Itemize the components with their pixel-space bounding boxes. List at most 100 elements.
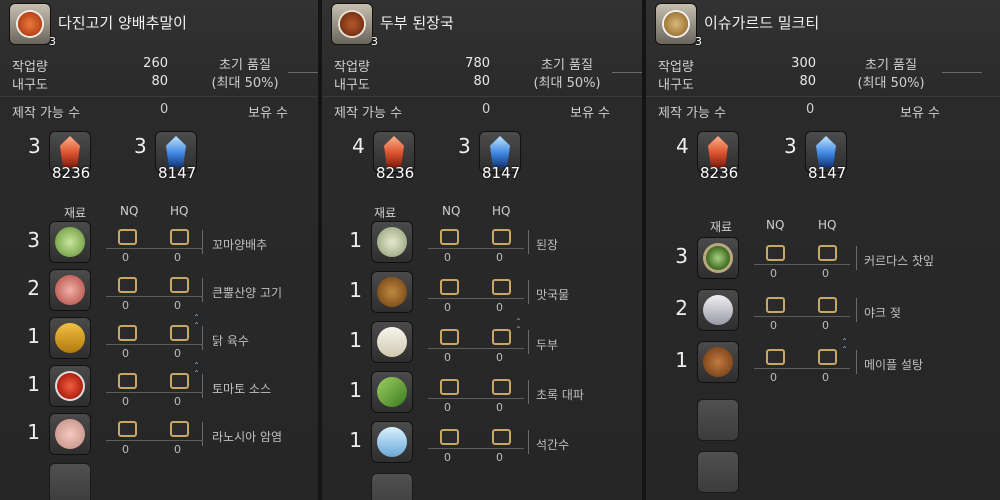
row-divider bbox=[428, 348, 524, 349]
hq-header: HQ bbox=[170, 204, 189, 218]
nq-owned-count: 0 bbox=[444, 351, 451, 364]
durability-label: 내구도 bbox=[334, 78, 370, 93]
material-name: 큰뿔산양 고기 bbox=[212, 286, 283, 300]
nq-owned-count: 0 bbox=[122, 251, 129, 264]
row-divider bbox=[428, 298, 524, 299]
miso-jar-icon[interactable] bbox=[372, 222, 412, 262]
tea-leaves-icon[interactable] bbox=[698, 238, 738, 278]
recipe-dish-icon[interactable]: 3 bbox=[332, 4, 378, 48]
hq-owned-count: 0 bbox=[822, 371, 829, 384]
durability-label: 내구도 bbox=[658, 78, 694, 93]
nq-quantity-box[interactable] bbox=[118, 325, 137, 341]
hq-owned-count: 0 bbox=[174, 347, 181, 360]
material-image bbox=[703, 347, 733, 377]
crystal-owned-count: 8147 bbox=[808, 164, 847, 182]
hq-quantity-box[interactable] bbox=[170, 421, 189, 437]
material-image bbox=[55, 275, 85, 305]
crystal-owned-count: 8236 bbox=[376, 164, 415, 182]
row-divider bbox=[754, 264, 850, 265]
nq-quantity-box[interactable] bbox=[118, 277, 137, 293]
name-divider bbox=[856, 298, 857, 322]
crystal-qty: 3 bbox=[784, 134, 797, 158]
nq-quantity-box[interactable] bbox=[440, 229, 459, 245]
nq-quantity-box[interactable] bbox=[118, 373, 137, 389]
nq-header: NQ bbox=[442, 204, 461, 218]
material-qty: 2 bbox=[675, 296, 688, 320]
nq-quantity-box[interactable] bbox=[118, 421, 137, 437]
recipe-dish-icon[interactable]: 3 bbox=[10, 4, 56, 48]
durability-value: 80 bbox=[473, 74, 490, 89]
material-qty: 1 bbox=[349, 278, 362, 302]
milk-can-icon[interactable] bbox=[698, 290, 738, 330]
material-image bbox=[55, 419, 85, 449]
stock-pot-icon[interactable] bbox=[372, 272, 412, 312]
material-name: 초록 대파 bbox=[536, 388, 584, 402]
empty-material-slot bbox=[372, 474, 412, 500]
hq-quantity-box[interactable] bbox=[492, 279, 511, 295]
hq-up-arrow-icon: ˆˆ bbox=[516, 318, 521, 337]
hq-quantity-box[interactable] bbox=[492, 429, 511, 445]
crystal-owned-count: 8147 bbox=[158, 164, 197, 182]
crystal-qty: 3 bbox=[134, 134, 147, 158]
water-bottle-icon[interactable] bbox=[372, 422, 412, 462]
nq-quantity-box[interactable] bbox=[440, 429, 459, 445]
row-divider bbox=[106, 392, 202, 393]
hq-quantity-box[interactable] bbox=[818, 245, 837, 261]
recipe-header: 3 이슈가르드 밀크티 작업량 내구도 300 80 초기 품질 (최대 50%) bbox=[646, 0, 1000, 97]
hq-owned-count: 0 bbox=[496, 301, 503, 314]
material-name: 석간수 bbox=[536, 438, 570, 452]
material-name: 꼬마양배추 bbox=[212, 238, 268, 252]
name-divider bbox=[202, 230, 203, 254]
meat-icon[interactable] bbox=[50, 270, 90, 310]
hq-quantity-box[interactable] bbox=[492, 379, 511, 395]
cabbage-icon[interactable] bbox=[50, 222, 90, 262]
hq-owned-count: 0 bbox=[174, 443, 181, 456]
nq-quantity-box[interactable] bbox=[766, 349, 785, 365]
material-qty: 1 bbox=[27, 324, 40, 348]
nq-quantity-box[interactable] bbox=[766, 297, 785, 313]
rock-salt-icon[interactable] bbox=[50, 414, 90, 454]
hq-quantity-box[interactable] bbox=[170, 373, 189, 389]
crystal-qty: 3 bbox=[458, 134, 471, 158]
hq-quantity-box[interactable] bbox=[492, 229, 511, 245]
nq-header: NQ bbox=[766, 218, 785, 232]
nq-quantity-box[interactable] bbox=[118, 229, 137, 245]
quality-input-line[interactable] bbox=[288, 72, 318, 73]
progress-value: 260 bbox=[143, 56, 168, 71]
green-onion-icon[interactable] bbox=[372, 372, 412, 412]
hq-owned-count: 0 bbox=[496, 351, 503, 364]
nq-quantity-box[interactable] bbox=[440, 329, 459, 345]
nq-owned-count: 0 bbox=[122, 299, 129, 312]
nq-quantity-box[interactable] bbox=[440, 279, 459, 295]
name-divider bbox=[202, 422, 203, 446]
nq-owned-count: 0 bbox=[770, 371, 777, 384]
hq-owned-count: 0 bbox=[174, 395, 181, 408]
quality-input-line[interactable] bbox=[942, 72, 982, 73]
broth-jar-icon[interactable] bbox=[50, 318, 90, 358]
hq-quantity-box[interactable] bbox=[170, 229, 189, 245]
hq-quantity-box[interactable] bbox=[818, 349, 837, 365]
tofu-icon[interactable] bbox=[372, 322, 412, 362]
nq-quantity-box[interactable] bbox=[440, 379, 459, 395]
hq-owned-count: 0 bbox=[822, 319, 829, 332]
quality-input-line[interactable] bbox=[612, 72, 642, 73]
sugar-pot-icon[interactable] bbox=[698, 342, 738, 382]
hq-quantity-box[interactable] bbox=[170, 325, 189, 341]
material-name: 두부 bbox=[536, 338, 559, 352]
row-divider bbox=[428, 448, 524, 449]
name-divider bbox=[202, 278, 203, 302]
nq-quantity-box[interactable] bbox=[766, 245, 785, 261]
tomato-sauce-icon[interactable] bbox=[50, 366, 90, 406]
recipe-header: 3 다진고기 양배추말이 작업량 내구도 260 80 초기 품질 (최대 50%) bbox=[0, 0, 318, 97]
recipe-dish-icon[interactable]: 3 bbox=[656, 4, 702, 48]
hq-quantity-box[interactable] bbox=[170, 277, 189, 293]
name-divider bbox=[528, 230, 529, 254]
hq-quantity-box[interactable] bbox=[818, 297, 837, 313]
material-name: 메이플 설탕 bbox=[864, 358, 924, 372]
nq-owned-count: 0 bbox=[770, 267, 777, 280]
material-name: 커르다스 찻잎 bbox=[864, 254, 935, 268]
max-quality-note: (최대 50%) bbox=[211, 76, 279, 91]
dish-image bbox=[662, 10, 690, 38]
hq-quantity-box[interactable] bbox=[492, 329, 511, 345]
material-name: 된장 bbox=[536, 238, 559, 252]
